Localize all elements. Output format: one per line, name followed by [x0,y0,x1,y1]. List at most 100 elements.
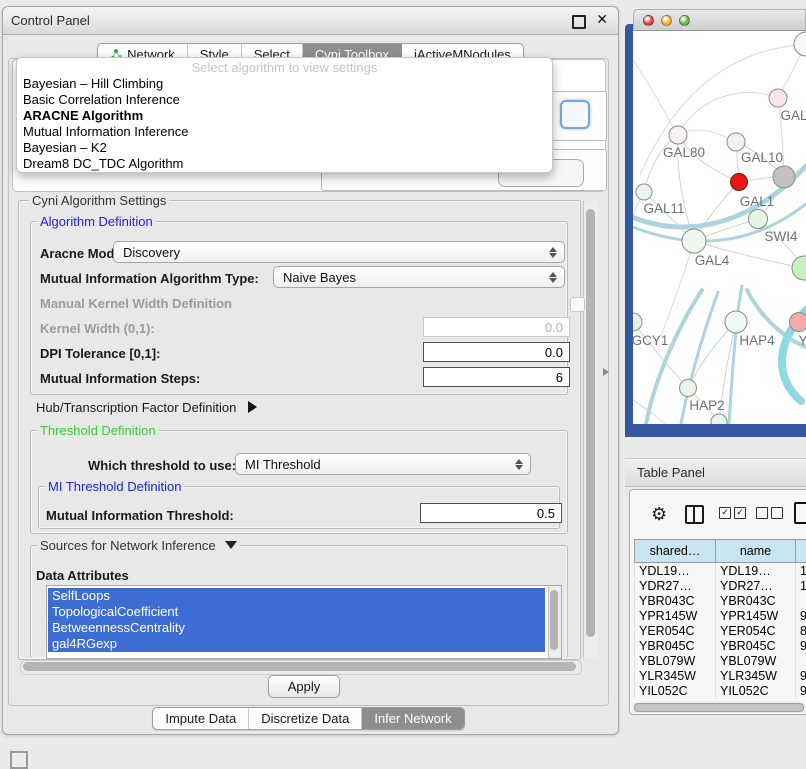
tab-impute-data[interactable]: Impute Data [153,708,249,729]
close-traffic-light-icon[interactable] [643,15,654,26]
close-icon[interactable]: ✕ [596,11,608,28]
table-row[interactable]: YLR345WYLR345W9. [635,668,806,683]
table-cell[interactable]: YLR345W [635,668,716,683]
network-node[interactable] [636,184,652,200]
network-frame-border-bottom[interactable] [625,424,806,437]
node-table[interactable]: shared…nameAYDL19…YDL19…13YDR27…YDR27…12… [634,539,806,698]
mi-steps-field[interactable]: 6 [423,367,570,387]
table-cell[interactable]: 9. [796,668,806,683]
table-cell[interactable]: 13 [796,563,806,579]
attribute-item[interactable]: gal4RGexp [48,636,545,652]
unchecked-checkbox-icon[interactable] [756,507,768,519]
table-cell[interactable]: YER054C [635,623,716,638]
table-cell[interactable]: 12 [796,578,806,593]
network-node[interactable] [682,229,706,253]
network-node[interactable] [790,313,806,332]
network-edge[interactable] [633,60,678,135]
table-cell[interactable]: YBR043C [716,593,796,608]
which-threshold-select[interactable]: MI Threshold [235,453,531,475]
control-panel-titlebar[interactable]: Control Panel ✕ [3,7,618,35]
table-cell[interactable] [796,653,806,668]
table-row[interactable]: YDL19…YDL19…13 [635,563,806,579]
manual-kernel-checkbox[interactable] [570,297,585,312]
table-cell[interactable]: YBL079W [716,653,796,668]
dropdown-item[interactable]: Basic Correlation Inference [17,92,552,108]
network-node[interactable] [727,133,745,151]
network-node[interactable] [773,166,795,188]
table-cell[interactable]: YLR345W [716,668,796,683]
table-cell[interactable]: 9. [796,638,806,653]
table-row[interactable]: YIL052CYIL052C9. [635,683,806,698]
gear-icon[interactable]: ⚙ [651,504,667,525]
mi-threshold-field[interactable]: 0.5 [420,503,562,523]
network-edge[interactable] [644,135,678,192]
dropdown-item[interactable]: Bayesian – Hill Climbing [17,76,552,92]
settings-vscroll-thumb[interactable] [586,209,595,637]
table-cell[interactable]: YPR145W [635,608,716,623]
kernel-width-field[interactable]: 0.0 [423,317,570,337]
network-graph[interactable]: GALGAL80GAL10GAL1GAL11SWI4GAL4GCY1HAP4YH… [633,31,806,424]
table-cell[interactable]: YPR145W [716,608,796,623]
table-cell[interactable]: 9. [796,683,806,698]
network-edge[interactable] [678,93,778,135]
table-row[interactable]: YBR043CYBR043C [635,593,806,608]
network-edge[interactable] [729,286,742,424]
data-attributes-list[interactable]: SelfLoopsTopologicalCoefficientBetweenne… [46,585,562,659]
network-node[interactable] [633,313,642,331]
settings-vertical-scrollbar[interactable] [583,201,598,658]
network-node[interactable] [680,380,697,397]
attribute-item[interactable]: TopologicalCoefficient [48,604,545,620]
network-edge[interactable] [661,241,694,336]
minimize-traffic-light-icon[interactable] [661,15,672,26]
tab-discretize-data[interactable]: Discretize Data [249,708,362,729]
dropdown-item[interactable]: ARACNE Algorithm [17,108,552,124]
dropdown-item[interactable]: Mutual Information Inference [17,124,552,140]
table-row[interactable]: YDR27…YDR27…12 [635,578,806,593]
table-header-row[interactable]: shared…nameA [635,540,806,563]
network-node[interactable] [669,126,687,144]
table-cell[interactable]: YIL052C [635,683,716,698]
checked-checkbox-icon[interactable]: ✓ [734,507,746,519]
table-cell[interactable]: YBR043C [635,593,716,608]
checked-checkbox-icon[interactable]: ✓ [719,507,731,519]
network-node[interactable] [792,256,806,280]
table-cell[interactable]: YER054C [716,623,796,638]
column-header[interactable]: name [716,540,796,563]
table-hscroll-thumb[interactable] [634,703,804,712]
docked-panel-icon[interactable] [10,751,28,769]
mi-type-select[interactable]: Naive Bayes [273,266,565,288]
dropdown-item[interactable]: Dream8 DC_TDC Algorithm [17,156,552,172]
chevron-down-icon[interactable] [225,541,237,549]
splitpane-arrow-icon[interactable] [603,368,609,376]
unchecked-checkbox-icon[interactable] [771,507,783,519]
table-cell[interactable]: 8. [796,623,806,638]
table-cell[interactable]: YDL19… [716,563,796,579]
network-canvas[interactable]: GALGAL80GAL10GAL1GAL11SWI4GAL4GCY1HAP4YH… [633,31,806,424]
table-cell[interactable]: YBL079W [635,653,716,668]
network-node[interactable] [725,311,747,333]
table-panel-titlebar[interactable]: Table Panel [625,458,806,487]
table-hscrollbar[interactable] [632,702,806,713]
table-row[interactable]: YBR045CYBR045C9. [635,638,806,653]
network-node[interactable] [794,32,806,56]
zoom-traffic-light-icon[interactable] [679,15,690,26]
dpi-tolerance-field[interactable]: 0.0 [423,342,570,362]
column-header[interactable]: shared… [635,540,716,563]
network-window-titlebar[interactable] [633,9,806,31]
dropdown-item[interactable]: Bayesian – K2 [17,140,552,156]
table-cell[interactable]: YDR27… [635,578,716,593]
document-icon[interactable] [794,502,806,524]
table-cell[interactable]: YDL19… [635,563,716,579]
attribute-item[interactable]: BetweennessCentrality [48,620,545,636]
attribute-item[interactable]: SelfLoops [48,588,545,604]
attrlist-vscroll-thumb[interactable] [550,590,558,650]
table-cell[interactable]: YBR045C [635,638,716,653]
table-cell[interactable] [796,593,806,608]
table-row[interactable]: YPR145WYPR145W9. [635,608,806,623]
aracne-mode-select[interactable]: Discovery [113,241,565,263]
table-row[interactable]: YBL079WYBL079W [635,653,806,668]
table-cell[interactable]: YDR27… [716,578,796,593]
float-window-icon[interactable] [572,15,586,29]
hidden-combo-focus-fragment[interactable] [560,100,590,129]
hub-definition-toggle[interactable]: Hub/Transcription Factor Definition [36,400,257,415]
